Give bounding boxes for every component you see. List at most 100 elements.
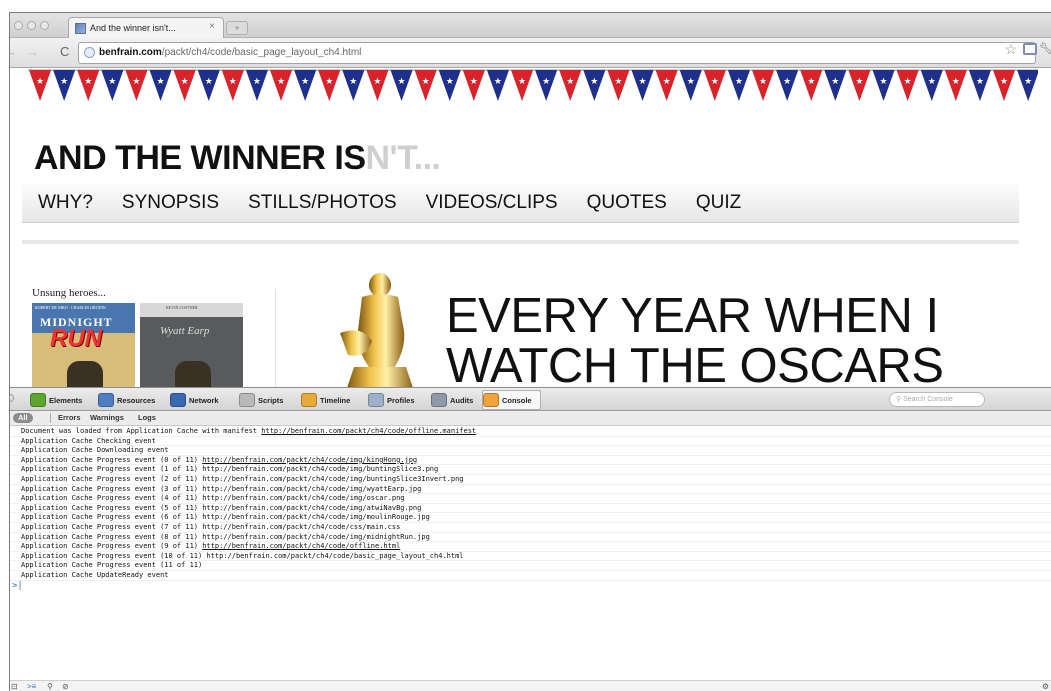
nav-link-synopsis[interactable]: SYNOPSIS	[122, 192, 219, 214]
console-message-url: http://benfrain.com/packt/ch4/code/css/m…	[202, 522, 401, 531]
devtools-tab-resources[interactable]: Resources	[98, 390, 155, 410]
new-tab-button[interactable]: +	[226, 21, 248, 35]
page-action-icon[interactable]	[1023, 43, 1037, 55]
devtools-tab-console[interactable]: Console	[482, 390, 541, 410]
profiles-icon	[368, 393, 384, 407]
console-search-input[interactable]: ⚲ Search Console	[889, 392, 985, 407]
star-icon: ★	[60, 77, 68, 87]
star-icon: ★	[759, 77, 767, 87]
nav-link-why[interactable]: WHY?	[38, 192, 93, 214]
console-message-text: Application Cache Progress event (5 of 1…	[21, 503, 203, 512]
filter-separator	[50, 413, 51, 423]
devtools-tab-label: Audits	[450, 395, 474, 405]
console-message-url: http://benfrain.com/packt/ch4/code/basic…	[206, 551, 464, 560]
star-icon: ★	[855, 77, 863, 87]
nav-link-videos-clips[interactable]: VIDEOS/CLIPS	[426, 192, 558, 214]
tab-title: And the winner isn't...	[90, 23, 176, 33]
console-message-text: Application Cache Progress event (2 of 1…	[21, 474, 203, 483]
browser-tab[interactable]: And the winner isn't... ×	[68, 17, 224, 38]
poster-midnight-run[interactable]: ROBERT DE NIRO · CHARLES GRODIN MIDNIGHT…	[32, 303, 135, 387]
search-icon[interactable]: ⚲	[47, 682, 53, 691]
console-message-text: Application Cache Progress event (9 of 1…	[21, 542, 203, 551]
poster-title: Wyatt Earp	[160, 325, 210, 337]
devtools-tab-network[interactable]: Network	[170, 390, 219, 410]
star-icon: ★	[711, 77, 719, 87]
console-message-text: Application Cache Progress event (11 of …	[21, 561, 203, 570]
console-message: Application Cache Progress event (1 of 1…	[10, 465, 1051, 475]
developer-tools: Elements Resources Network Scripts Timeline P…	[10, 387, 1051, 691]
wrench-icon[interactable]: 🔧︎	[1039, 42, 1051, 55]
star-icon: ★	[494, 77, 502, 87]
devtools-tab-profiles[interactable]: Profiles	[368, 390, 415, 410]
tab-strip: And the winner isn't... × +	[10, 13, 1051, 38]
console-message-text: Application Cache Progress event (6 of 1…	[21, 513, 203, 522]
console-message-url[interactable]: http://benfrain.com/packt/ch4/code/img/k…	[202, 456, 417, 464]
star-icon: ★	[398, 77, 406, 87]
globe-icon	[84, 47, 95, 58]
console-prompt-input[interactable]: >|	[10, 581, 1051, 591]
console-message-text: Application Cache Progress event (3 of 1…	[21, 484, 203, 493]
address-bar[interactable]: benfrain.com/packt/ch4/code/basic_page_l…	[78, 42, 1036, 64]
forward-arrow-icon[interactable]: →	[26, 45, 39, 59]
reload-icon[interactable]: C	[60, 45, 69, 59]
devtools-tab-timeline[interactable]: Timeline	[301, 390, 350, 410]
nav-link-quiz[interactable]: QUIZ	[696, 192, 741, 214]
site-title-faded: N'T...	[365, 139, 441, 177]
star-icon: ★	[446, 77, 454, 87]
star-icon: ★	[831, 77, 839, 87]
favicon-icon	[75, 22, 86, 34]
poster-cast: KEVIN COSTNER	[166, 305, 198, 310]
tab-close-icon[interactable]: ×	[209, 21, 215, 32]
site-title: AND THE WINNER ISN'T...	[34, 139, 441, 178]
resources-icon	[98, 393, 114, 407]
settings-gear-icon[interactable]: ⚙	[1042, 682, 1049, 691]
bunting-banner: ★ ★ ★ ★ ★ ★ ★ ★ ★ ★ ★ ★ ★ ★ ★ ★ ★ ★ ★ ★ ★ ★ ★ ★ ★ ★ ★ ★ ★ ★ ★ ★ ★ ★ ★ ★ ★ ★ ★ ★…	[28, 69, 1038, 101]
console-message: Application Cache Progress event (10 of …	[10, 552, 1051, 562]
filter-all[interactable]: All	[13, 413, 33, 423]
star-icon: ★	[36, 77, 44, 87]
devtools-tab-label: Scripts	[258, 395, 284, 405]
zoom-window-button[interactable]	[40, 21, 49, 30]
console-message-url: http://benfrain.com/packt/ch4/code/img/o…	[202, 494, 405, 503]
devtools-tab-audits[interactable]: Audits	[431, 390, 473, 410]
console-message-url: http://benfrain.com/packt/ch4/code/img/m…	[202, 513, 430, 522]
nav-link-quotes[interactable]: QUOTES	[587, 192, 667, 214]
clear-console-icon[interactable]: ⊘	[62, 682, 69, 691]
star-icon: ★	[84, 77, 92, 87]
console-message-text: Application Cache Downloading event	[21, 446, 169, 455]
audits-icon	[431, 393, 447, 407]
headline: EVERY YEAR WHEN I WATCH THE OSCARS	[446, 291, 944, 387]
star-icon: ★	[904, 77, 912, 87]
console-message: Application Cache Progress event (3 of 1…	[10, 485, 1051, 495]
console-message: Application Cache Progress event (5 of 1…	[10, 504, 1051, 514]
url-path: /packt/ch4/code/basic_page_layout_ch4.ht…	[161, 47, 362, 58]
console-filter-bar: All Errors Warnings Logs	[10, 411, 1051, 426]
dock-icon[interactable]	[10, 394, 14, 402]
devtools-tab-scripts[interactable]: Scripts	[239, 390, 283, 410]
star-icon: ★	[132, 77, 140, 87]
nav-link-stills-photos[interactable]: STILLS/PHOTOS	[248, 192, 397, 214]
filter-logs[interactable]: Logs	[138, 413, 156, 423]
close-window-button[interactable]	[14, 21, 23, 30]
star-icon: ★	[181, 77, 189, 87]
filter-warnings[interactable]: Warnings	[90, 413, 124, 423]
dock-to-window-icon[interactable]: ⊡	[11, 682, 18, 691]
devtools-tab-elements[interactable]: Elements	[30, 390, 82, 410]
star-icon: ★	[470, 77, 478, 87]
star-icon: ★	[373, 77, 381, 87]
console-toggle-icon[interactable]: >≡	[27, 682, 36, 691]
star-icon: ★	[952, 77, 960, 87]
star-icon: ★	[880, 77, 888, 87]
poster-wyatt-earp[interactable]: KEVIN COSTNER Wyatt Earp	[140, 303, 243, 387]
back-arrow-icon[interactable]: ←	[10, 45, 17, 59]
console-message-url[interactable]: http://benfrain.com/packt/ch4/code/offli…	[202, 542, 400, 550]
minimize-window-button[interactable]	[27, 21, 36, 30]
console-message-url[interactable]: http://benfrain.com/packt/ch4/code/offli…	[261, 427, 476, 435]
devtools-tab-label: Network	[189, 395, 219, 405]
filter-errors[interactable]: Errors	[58, 413, 81, 423]
poster-figure	[175, 361, 211, 387]
bookmark-star-icon[interactable]: ☆	[1004, 41, 1017, 58]
devtools-tab-label: Console	[502, 395, 532, 405]
poster-figure	[67, 361, 103, 387]
console-message: Application Cache Progress event (4 of 1…	[10, 494, 1051, 504]
